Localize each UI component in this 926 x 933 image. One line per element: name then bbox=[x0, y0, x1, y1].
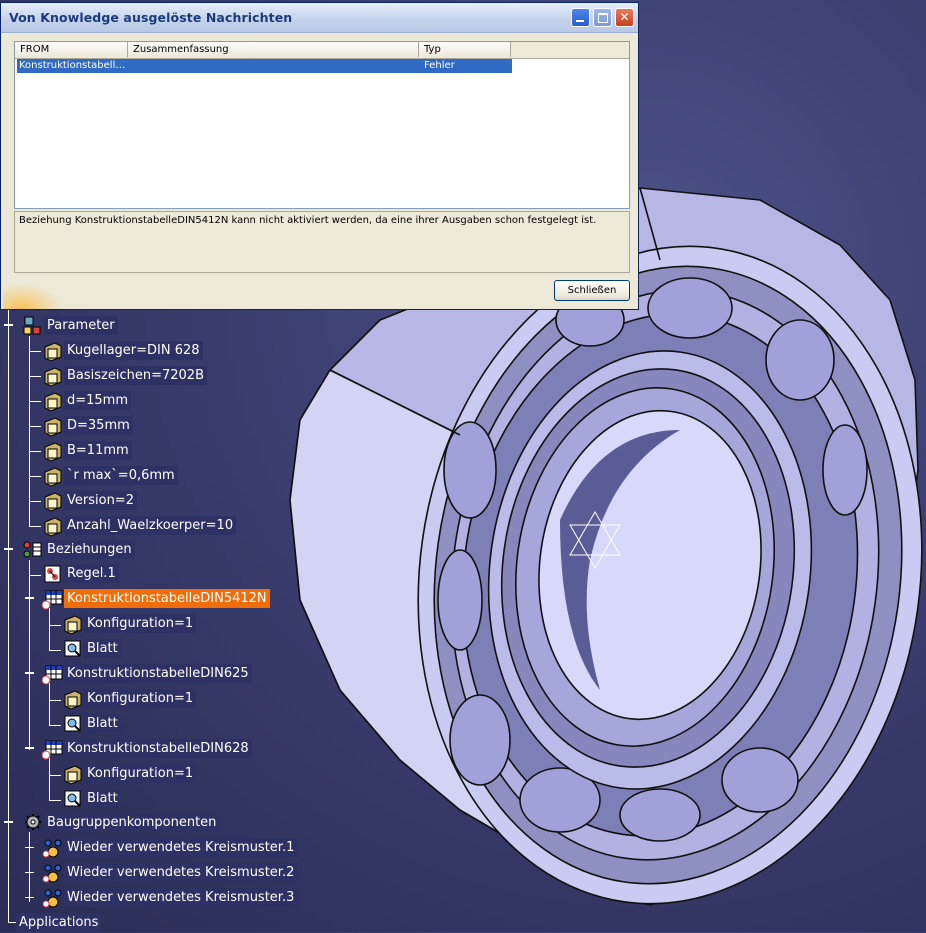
tree-node-label: Basiszeichen=7202B bbox=[64, 366, 207, 385]
tree-node-label: Parameter bbox=[44, 316, 118, 335]
design-table-icon bbox=[42, 740, 63, 760]
design-table-icon bbox=[42, 665, 63, 685]
collapse-toggle-table-1[interactable] bbox=[25, 594, 34, 603]
tree-node-label: Konfiguration=1 bbox=[84, 614, 197, 633]
tree-node-label: B=11mm bbox=[64, 441, 132, 460]
tree-node-label: Konfiguration=1 bbox=[84, 689, 197, 708]
tree-node-label: Wieder verwendetes Kreismuster.1 bbox=[64, 838, 298, 857]
sheet-icon bbox=[64, 790, 81, 807]
parameter-cube-icon bbox=[64, 690, 82, 710]
collapse-toggle-beziehungen[interactable] bbox=[4, 545, 13, 554]
rule-icon bbox=[44, 565, 61, 583]
parameter-cube-icon bbox=[44, 342, 62, 362]
tree-node-label: Version=2 bbox=[64, 491, 137, 510]
close-window-button[interactable]: ✕ bbox=[615, 8, 634, 27]
close-button[interactable]: Schließen bbox=[554, 280, 630, 301]
knowledge-messages-dialog: Von Knowledge ausgelöste Nachrichten ✕ F… bbox=[0, 2, 639, 310]
parameter-cube-icon bbox=[44, 417, 62, 437]
design-table-icon bbox=[42, 590, 63, 610]
message-detail[interactable]: Beziehung KonstruktionstabelleDIN5412N k… bbox=[14, 211, 630, 273]
catia-logo bbox=[3, 283, 63, 309]
close-icon: ✕ bbox=[619, 10, 630, 24]
tree-node-label: Regel.1 bbox=[64, 564, 119, 583]
tree-node-label: Blatt bbox=[84, 639, 121, 658]
tree-node-label: Blatt bbox=[84, 714, 121, 733]
tree-node-label: Wieder verwendetes Kreismuster.3 bbox=[64, 888, 298, 907]
relations-icon bbox=[23, 541, 42, 558]
sheet-icon bbox=[64, 640, 81, 657]
tree-node-label: KonstruktionstabelleDIN5412N bbox=[64, 589, 270, 608]
gear-icon bbox=[25, 814, 41, 830]
tree-node-label: KonstruktionstabelleDIN628 bbox=[64, 739, 252, 758]
tree-node-label: Konfiguration=1 bbox=[84, 764, 197, 783]
tree-node-label: Applications bbox=[16, 913, 102, 932]
parameter-cube-icon bbox=[44, 467, 62, 487]
column-header-type[interactable]: Typ bbox=[419, 42, 511, 57]
tree-node-label: Beziehungen bbox=[44, 540, 135, 559]
collapse-toggle-table-2[interactable] bbox=[25, 669, 34, 678]
collapse-toggle-parameter[interactable] bbox=[4, 321, 13, 330]
circular-pattern-icon bbox=[42, 889, 62, 908]
minimize-icon bbox=[572, 9, 589, 26]
parameter-cube-icon bbox=[44, 392, 62, 412]
tree-node-label: d=15mm bbox=[64, 391, 132, 410]
parameter-set-icon bbox=[23, 316, 41, 335]
collapse-toggle-baugruppen[interactable] bbox=[4, 818, 13, 827]
table-row[interactable]: Konstruktionstabell… Fehler bbox=[17, 59, 512, 73]
parameter-cube-icon bbox=[64, 615, 82, 635]
message-list[interactable]: FROM Zusammenfassung Typ Konstruktionsta… bbox=[14, 41, 630, 209]
sheet-icon bbox=[64, 715, 81, 732]
parameter-cube-icon bbox=[44, 492, 62, 512]
circular-pattern-icon bbox=[42, 839, 62, 858]
tree-node-label: Anzahl_Waelzkoerper=10 bbox=[64, 516, 237, 535]
collapse-toggle-table-3[interactable] bbox=[25, 744, 34, 753]
tree-node-label: KonstruktionstabelleDIN625 bbox=[64, 664, 252, 683]
tree-node-label: Wieder verwendetes Kreismuster.2 bbox=[64, 863, 298, 882]
tree-node-label: `r max`=0,6mm bbox=[64, 466, 178, 485]
maximize-button[interactable] bbox=[593, 8, 612, 27]
tree-node-label: Kugellager=DIN 628 bbox=[64, 341, 203, 360]
parameter-cube-icon bbox=[64, 765, 82, 785]
dialog-title: Von Knowledge ausgelöste Nachrichten bbox=[9, 10, 293, 25]
dialog-titlebar[interactable]: Von Knowledge ausgelöste Nachrichten ✕ bbox=[1, 3, 638, 33]
expand-toggle-kreismuster-2[interactable] bbox=[25, 868, 34, 877]
parameter-cube-icon bbox=[44, 517, 62, 537]
parameter-cube-icon bbox=[44, 367, 62, 387]
cell-from: Konstruktionstabell… bbox=[19, 60, 126, 71]
parameter-cube-icon bbox=[44, 442, 62, 462]
tree-node-label: Baugruppenkomponenten bbox=[44, 813, 220, 832]
tree-node-label: D=35mm bbox=[64, 416, 133, 435]
expand-toggle-kreismuster-3[interactable] bbox=[25, 893, 34, 902]
column-header-from[interactable]: FROM bbox=[15, 42, 128, 57]
maximize-icon bbox=[594, 9, 611, 26]
expand-toggle-kreismuster-1[interactable] bbox=[25, 843, 34, 852]
column-header-summary[interactable]: Zusammenfassung bbox=[128, 42, 419, 57]
list-header: FROM Zusammenfassung Typ bbox=[15, 42, 629, 59]
circular-pattern-icon bbox=[42, 864, 62, 883]
minimize-button[interactable] bbox=[571, 8, 590, 27]
tree-node-label: Blatt bbox=[84, 789, 121, 808]
cell-type: Fehler bbox=[424, 60, 455, 71]
